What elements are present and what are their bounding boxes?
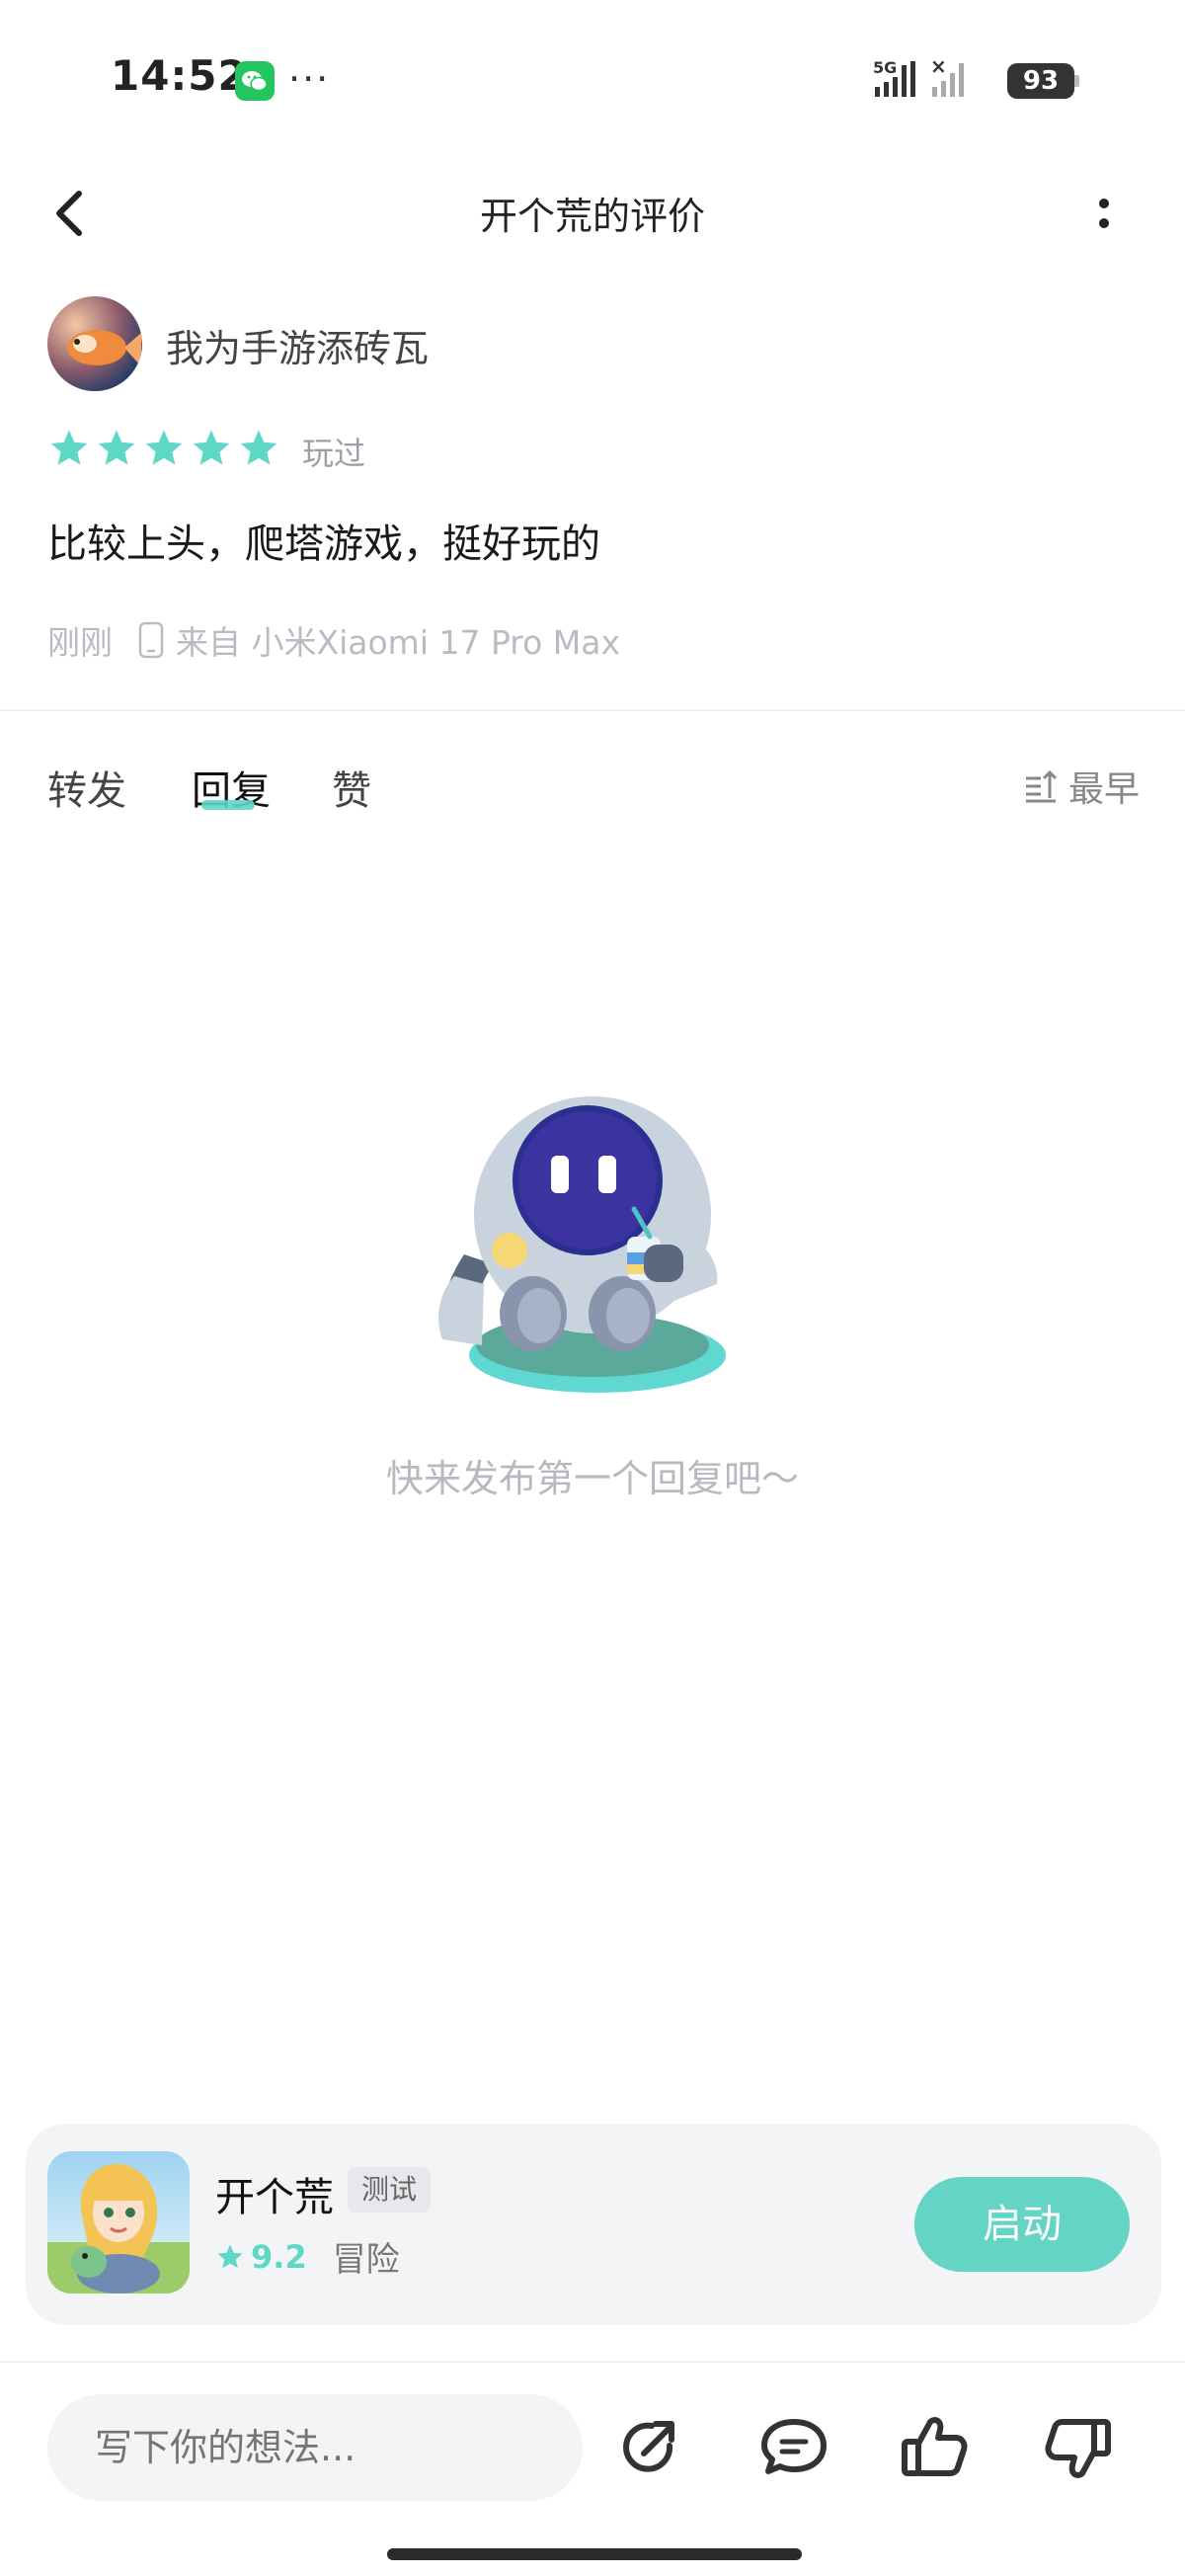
status-time: 14:52 [111,51,248,100]
played-tag: 玩过 [302,435,366,472]
user-avatar[interactable] [47,296,142,391]
comment-button[interactable] [756,2410,831,2485]
dislike-button[interactable] [1041,2410,1116,2485]
game-score: 9.2 [251,2237,307,2276]
star-icon [50,430,88,465]
sort-button[interactable]: 最早 [1023,761,1140,812]
svg-text:×: × [930,57,947,78]
empty-robot-illustration [438,1096,726,1393]
phone-icon [138,621,164,659]
more-options-button[interactable] [1086,188,1126,243]
empty-state-text: 快来发布第一个回复吧～ [385,1457,799,1500]
comment-icon [761,2419,827,2474]
wechat-notification-icon [235,61,275,101]
page-title: 开个荒的评价 [479,195,705,238]
sort-icon [1026,769,1058,803]
signal-icon: 5G × [873,57,964,97]
review-time: 刚刚 [47,623,113,662]
star-icon [240,430,277,465]
comment-input[interactable] [47,2394,583,2501]
game-genre: 冒险 [332,2240,400,2280]
active-tab-indicator [201,800,255,810]
battery-tip [1074,75,1079,87]
game-cover-image [47,2151,190,2294]
review-text: 比较上头，爬塔游戏，挺好玩的 [47,522,600,567]
launch-button[interactable]: 启动 [914,2177,1130,2272]
tab-like[interactable]: 赞 [332,759,371,816]
share-button[interactable] [614,2410,689,2485]
star-icon [217,2244,243,2268]
like-button[interactable] [897,2410,972,2485]
star-icon [98,430,135,465]
more-vertical-icon [1099,199,1109,228]
star-icon [193,430,230,465]
game-card[interactable]: 开个荒 测试 9.2 冒险 启动 [26,2124,1161,2325]
game-score-row: 9.2 冒险 [215,2232,400,2281]
sort-label: 最早 [1068,769,1141,810]
review-device: 来自 小米Xiaomi 17 Pro Max [176,623,621,662]
review-meta: 刚刚 来自 小米Xiaomi 17 Pro Max [47,618,620,662]
game-test-badge: 测试 [348,2167,432,2213]
goldfish-avatar-image [47,296,142,391]
star-icon [145,430,183,465]
thumbs-up-icon [902,2417,968,2476]
more-notifications-icon: ··· [288,57,331,101]
username[interactable]: 我为手游添砖瓦 [166,318,429,372]
bottom-divider [0,2361,1185,2363]
battery-indicator: 93 [1007,63,1074,99]
game-name[interactable]: 开个荒 [215,2165,334,2222]
rating-stars [47,427,284,470]
share-icon [623,2421,674,2472]
thumbs-down-icon [1045,2419,1111,2478]
status-bar: 14:52 ··· 5G × 93 [0,0,1185,148]
tab-forward[interactable]: 转发 [47,759,126,816]
game-icon[interactable] [47,2151,190,2294]
home-indicator[interactable] [387,2548,802,2560]
section-divider [0,709,1185,711]
network-type-label: 5G [873,58,897,77]
